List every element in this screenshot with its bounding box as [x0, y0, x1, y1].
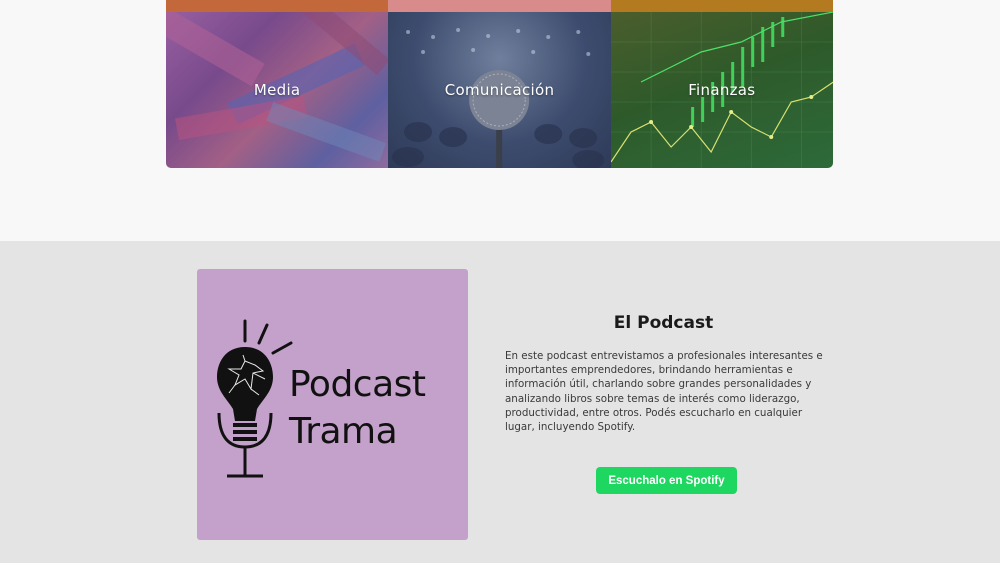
podcast-description: En este podcast entrevistamos a profesio…	[505, 350, 823, 434]
lightbulb-microphone-icon	[217, 319, 293, 478]
previous-row-strip	[166, 0, 833, 12]
spotify-button[interactable]: Escuchalo en Spotify	[596, 467, 737, 494]
category-tile-finanzas[interactable]: Finanzas	[610, 12, 833, 168]
category-label-comunicacion: Comunicación	[444, 81, 555, 99]
cover-title-line1: Podcast	[289, 364, 426, 405]
category-label-media: Media	[253, 81, 301, 99]
category-tile-media[interactable]: Media	[166, 12, 389, 168]
category-tile-comunicacion[interactable]: Comunicación	[388, 12, 611, 168]
podcast-heading: El Podcast	[613, 313, 714, 333]
podcast-info: El Podcast En este podcast entrevistamos…	[505, 313, 825, 434]
cover-title-line2: Trama	[289, 411, 398, 452]
category-tiles: Media Comunicación Finanzas	[166, 12, 833, 168]
podcast-cover-art: Podcast Trama	[197, 269, 468, 540]
podcast-section: Podcast Trama El Podcast En este podcast…	[0, 241, 1000, 563]
category-label-finanzas: Finanzas	[688, 81, 756, 99]
